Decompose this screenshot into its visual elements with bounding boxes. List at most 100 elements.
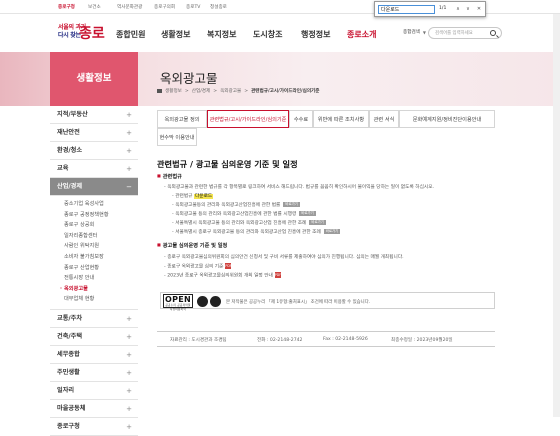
plus-icon[interactable]: + — [126, 346, 132, 364]
search-icon[interactable] — [490, 30, 496, 36]
tab-item[interactable]: 문화예계지원/정비진단이용안내 — [399, 110, 495, 128]
utility-link[interactable]: 종로TV — [186, 4, 200, 10]
utility-link[interactable]: 보건소 — [88, 4, 101, 10]
utility-link[interactable]: 종로구청 — [58, 4, 75, 10]
breadcrumb-item[interactable]: 생활정보 — [165, 89, 182, 94]
breadcrumb-separator: > — [213, 89, 218, 94]
law-name: 서울특별시 옥외광고물 등의 관리와 옥외광고산업 진흥에 관한 조례 — [175, 221, 307, 226]
sidebar-item[interactable]: 일자리 + — [50, 382, 138, 400]
tab-item[interactable]: 현수막 이용안내 — [157, 128, 197, 146]
nav-item[interactable]: 도시창조 — [253, 29, 282, 40]
plus-icon[interactable]: + — [126, 160, 132, 178]
sidebar-item[interactable]: 세무종합 + — [50, 346, 138, 364]
sidebar-title: 생활정보 — [50, 52, 138, 106]
sidebar-item[interactable]: 건축/주택 + — [50, 328, 138, 346]
plus-icon[interactable]: + — [126, 106, 132, 124]
footer-phone: 전화 : 02-2148-2742 — [257, 338, 303, 343]
download-link[interactable]: 다운로드 — [193, 194, 214, 199]
tab-item[interactable]: 옥외광고물 정의 — [157, 110, 207, 128]
logo-line2: 다시 찾는 — [58, 32, 81, 39]
kogl-license-box: OPEN 공공누리 공공저작물 자유이용허락 본 저작물은 공공누리 「제 1유… — [160, 292, 495, 311]
sidebar-item[interactable]: 마을공동체 + — [50, 400, 138, 418]
scrollbar[interactable] — [553, 14, 560, 417]
tab-item[interactable]: 수수료 — [289, 110, 313, 128]
sidebar-item[interactable]: 산업/경제 − — [50, 178, 138, 196]
pdf-icon[interactable]: PDF — [225, 263, 232, 269]
find-count: 1/1 — [439, 6, 447, 11]
utility-link[interactable]: 청설종로 — [210, 4, 227, 10]
sidebar-item[interactable]: 교육 + — [50, 160, 138, 178]
go-link-badge[interactable]: 바로가기 — [323, 229, 341, 234]
nav-item[interactable]: 종로소개 — [347, 29, 376, 40]
home-icon[interactable] — [157, 88, 162, 93]
sidebar-item[interactable]: 주민생활 + — [50, 364, 138, 382]
nav-item[interactable]: 생활정보 — [161, 29, 190, 40]
footer-dept: 자료관리 : 도시경관과 조경팀 — [170, 338, 227, 343]
utility-link[interactable]: 종로구의회 — [154, 4, 175, 10]
sidebar-subitem[interactable]: 종로구 상공회 — [50, 220, 138, 231]
pdf-icon[interactable]: PDF — [274, 272, 281, 278]
tab-item[interactable]: 관련 서식 — [369, 110, 399, 128]
nav-item[interactable]: 복지정보 — [207, 29, 236, 40]
site-logo[interactable]: 서울의 과거 다시 찾는 종로 — [58, 22, 108, 44]
sidebar-subitem[interactable]: 사람인 위탁지원 — [50, 241, 138, 252]
plus-icon[interactable]: + — [126, 382, 132, 400]
sidebar-item[interactable]: 재난안전 + — [50, 124, 138, 142]
sidebar-item[interactable]: 환경/청소 + — [50, 142, 138, 160]
sidebar-item-label: 종로구청 — [57, 422, 80, 430]
sidebar-subitem[interactable]: 전통시장 안내 — [50, 273, 138, 284]
chevron-down-icon: ▼ — [422, 30, 426, 35]
law-name: 서울특별시 종로구 옥외광고물 등의 관리와 옥외광고산업 진흥에 관한 조례 — [175, 230, 321, 235]
nav-item[interactable]: 행정정보 — [301, 29, 330, 40]
sidebar-item[interactable]: 교통/주차 + — [50, 310, 138, 328]
find-prev-button[interactable]: ∧ — [454, 5, 462, 14]
law-name: 옥외광고물등의 관리와 옥외광고산업진흥에 관한 법률 — [175, 203, 281, 208]
plus-icon[interactable]: + — [126, 364, 132, 382]
breadcrumb: 생활정보 > 산업/경제 > 옥외광고물 > 관련법규/고시/가이드라인/심의기준 — [157, 88, 320, 94]
kogl-open-sub: 공공누리 공공저작물 자유이용허락 — [165, 304, 191, 311]
utility-link[interactable]: 역사문화관광 — [117, 4, 142, 10]
plus-icon[interactable]: + — [126, 328, 132, 346]
tab-item[interactable]: 관련법규/고시/가이드라인/심의기준 — [207, 110, 289, 128]
plus-icon[interactable]: + — [126, 418, 132, 436]
plus-icon[interactable]: + — [126, 400, 132, 418]
sidebar-subitem[interactable]: 일자리종합센터 — [50, 231, 138, 242]
law-list-item: 옥외광고물 등의 관리와 옥외광고산업진흥에 관한 법률 시행령바로가기 — [172, 211, 316, 217]
find-close-button[interactable]: ✕ — [475, 5, 483, 14]
sidebar-subitem[interactable]: 종로구 공정정책현황 — [50, 210, 138, 221]
breadcrumb-separator: > — [184, 89, 189, 94]
nav-item[interactable]: 종합민원 — [116, 29, 145, 40]
sidebar-item-label: 재난안전 — [57, 129, 80, 136]
sidebar-item-label: 주민생활 — [57, 368, 80, 376]
breadcrumb-current: 관련법규/고시/가이드라인/심의기준 — [251, 89, 320, 94]
breadcrumb-item[interactable]: 옥외광고물 — [220, 89, 241, 94]
tab-item[interactable]: 위반에 따른 조치사항 — [313, 110, 369, 128]
law-list-item: 옥외광고물등의 관리와 옥외광고산업진흥에 관한 법률바로가기 — [172, 202, 300, 208]
go-link-badge[interactable]: 바로가기 — [283, 202, 300, 207]
plus-icon[interactable]: + — [126, 310, 132, 328]
sidebar-item-label: 산업/경제 — [57, 183, 83, 190]
go-link-badge[interactable]: 바로가기 — [309, 220, 326, 225]
sidebar-subitem[interactable]: 종로구 산업현황 — [50, 263, 138, 274]
footer-fax: Fax : 02-2148-5926 — [323, 337, 368, 342]
plus-icon[interactable]: + — [126, 124, 132, 142]
sidebar-item-label: 교육 — [57, 165, 69, 172]
law-name: 옥외광고물 등의 관리와 옥외광고산업진흥에 관한 법률 시행령 — [175, 212, 297, 217]
search-input[interactable]: 검색어를 입력하세요 — [428, 27, 502, 39]
sidebar-subitem-current[interactable]: 옥외광고물 — [50, 284, 138, 295]
sidebar-item[interactable]: 지적/부동산 + — [50, 106, 138, 124]
sidebar-item[interactable]: 종로구청 + — [50, 418, 138, 436]
plus-icon[interactable]: + — [126, 142, 132, 160]
breadcrumb-item[interactable]: 산업/경제 — [192, 89, 210, 94]
kogl-open-logo: OPEN 공공누리 공공저작물 자유이용허락 — [163, 294, 193, 311]
sidebar-subitem[interactable]: 대부업체 현황 — [50, 294, 138, 305]
find-input[interactable] — [378, 5, 435, 14]
sidebar-subitem[interactable]: 소비자 불가침보장 — [50, 252, 138, 263]
sidebar-item-label: 일자리 — [57, 386, 75, 394]
kogl-open-label: OPEN — [164, 295, 192, 304]
sidebar-subitem[interactable]: 중소기업 육성사업 — [50, 199, 138, 210]
minus-icon[interactable]: − — [126, 178, 132, 196]
dept-select[interactable]: 종합검색 ▼ — [400, 28, 426, 38]
find-next-button[interactable]: ∨ — [464, 5, 472, 14]
go-link-badge[interactable]: 바로가기 — [299, 211, 316, 216]
